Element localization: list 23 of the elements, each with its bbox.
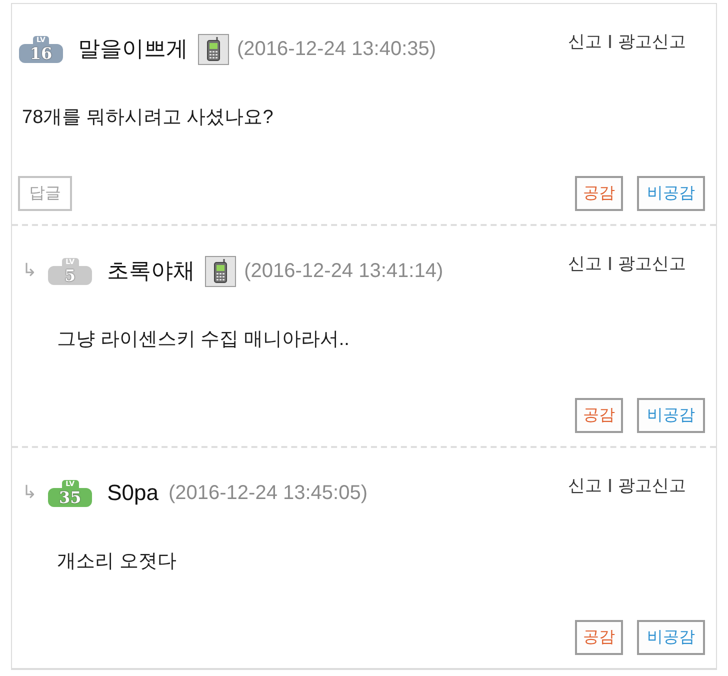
report-link[interactable]: 신고 (568, 30, 602, 53)
like-button[interactable]: 공감 (575, 176, 623, 211)
comment-timestamp: (2016-12-24 13:40:35) (237, 38, 436, 60)
comment-timestamp: (2016-12-24 13:45:05) (168, 482, 368, 504)
like-button[interactable]: 공감 (575, 398, 623, 433)
comment-text: 78개를 뭐하시려고 사셨나요? (22, 106, 274, 130)
report-link[interactable]: 신고 (568, 252, 602, 275)
report-link[interactable]: 광고신고 (618, 474, 686, 497)
author-name[interactable]: S0pa (107, 480, 158, 506)
level-number: 35 (48, 488, 92, 506)
report-link[interactable]: 신고 (568, 474, 602, 497)
author-name[interactable]: 초록야채 (107, 256, 196, 286)
like-button[interactable]: 공감 (575, 620, 623, 655)
reply-arrow: ↳ (22, 261, 38, 281)
comment-timestamp: (2016-12-24 13:41:14) (244, 260, 444, 282)
reply-arrow: ↳ (22, 483, 38, 503)
author-name[interactable]: 말을이쁘게 (78, 34, 188, 64)
level-number: 16 (19, 44, 63, 62)
comment-text: 그냥 라이센스키 수집 매니아라서.. (57, 328, 350, 352)
level-number: 5 (48, 266, 92, 284)
comment-text: 개소리 오졋다 (57, 550, 176, 574)
report-link[interactable]: 광고신고 (618, 30, 686, 53)
report-link[interactable]: 광고신고 (618, 252, 686, 275)
